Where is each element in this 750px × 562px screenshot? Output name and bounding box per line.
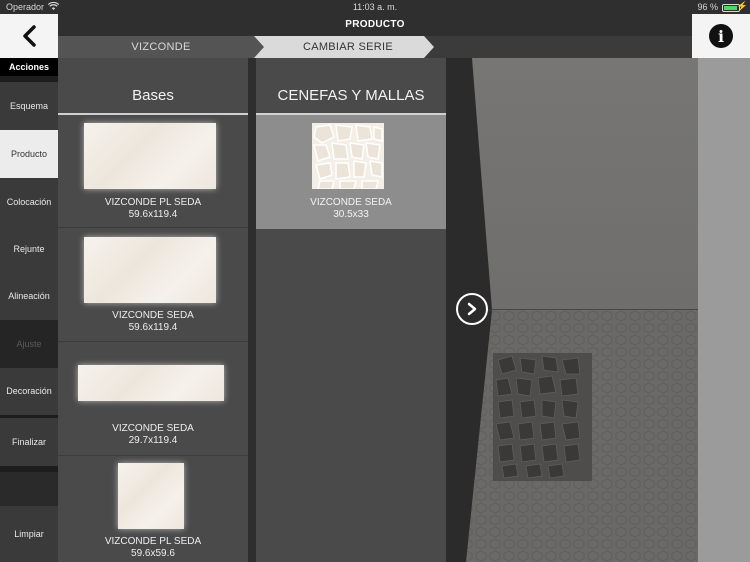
page-title: PRODUCTO: [345, 19, 405, 30]
sidebar-item-alineacion[interactable]: Alineación: [0, 272, 58, 320]
sidebar-item-producto[interactable]: Producto: [0, 130, 58, 178]
bases-title: Bases: [58, 58, 248, 115]
breadcrumb-cambiar-serie[interactable]: CAMBIAR SERIE: [254, 36, 434, 58]
tile-thumbnail: [78, 365, 224, 401]
breadcrumb: VIZCONDE CAMBIAR SERIE: [58, 36, 692, 58]
clock: 11:03 a. m.: [352, 2, 398, 12]
base-name: VIZCONDE PL SEDA: [104, 536, 202, 547]
base-list-item[interactable]: VIZCONDE PL SEDA 59.6x119.4: [58, 115, 248, 228]
chevron-right-icon: [467, 302, 477, 316]
tile-thumbnail: [84, 123, 216, 189]
sidebar-item-esquema[interactable]: Esquema: [0, 82, 58, 130]
base-name: VIZCONDE PL SEDA: [104, 197, 202, 208]
base-list-item[interactable]: VIZCONDE SEDA 59.6x119.4: [58, 229, 248, 342]
tile-thumbnail: [118, 463, 184, 529]
chevron-left-icon: [23, 25, 36, 47]
charging-icon: ⚡: [736, 1, 748, 11]
cenefa-size: 30.5x33: [333, 209, 369, 220]
preview-side-strip: [698, 58, 750, 562]
expand-preview-button[interactable]: [456, 293, 488, 325]
sidebar-item-finalizar[interactable]: Finalizar: [0, 418, 58, 466]
sidebar-item-limpiar[interactable]: Limpiar: [0, 506, 58, 562]
info-icon: i: [709, 24, 733, 48]
sidebar-item-ajuste: Ajuste: [0, 320, 58, 368]
actions-sidebar: Acciones Esquema Producto Colocación Rej…: [0, 58, 58, 562]
status-bar: Operador 11:03 a. m. 96 % ⚡: [0, 0, 750, 16]
base-name: VIZCONDE SEDA: [112, 423, 194, 434]
cenefa-list-item[interactable]: VIZCONDE SEDA 30.5x33: [256, 115, 446, 229]
column-divider: [248, 58, 256, 562]
back-button[interactable]: [0, 14, 58, 58]
base-list-item[interactable]: VIZCONDE PL SEDA 59.6x59.6: [58, 457, 248, 562]
base-size: 29.7x119.4: [128, 435, 178, 446]
title-bar: PRODUCTO: [0, 16, 750, 36]
base-size: 59.6x59.6: [131, 548, 175, 559]
mosaic-thumbnail: [312, 123, 384, 189]
base-list-item[interactable]: VIZCONDE SEDA 29.7x119.4: [58, 343, 248, 456]
cenefa-name: VIZCONDE SEDA: [310, 197, 392, 208]
base-size: 59.6x119.4: [128, 209, 178, 220]
breadcrumb-serie[interactable]: VIZCONDE: [58, 36, 274, 58]
battery-percent: 96 %: [697, 2, 718, 12]
sidebar-item-colocacion[interactable]: Colocación: [0, 178, 58, 226]
bases-panel: Bases VIZCONDE PL SEDA 59.6x119.4 VIZCON…: [58, 58, 248, 562]
cenefas-panel: CENEFAS Y MALLAS VIZCONDE SEDA 30.5x33: [256, 58, 446, 562]
sidebar-title: Acciones: [0, 58, 58, 76]
base-name: VIZCONDE SEDA: [112, 310, 194, 321]
cenefas-title: CENEFAS Y MALLAS: [256, 58, 446, 115]
sidebar-item-decoracion[interactable]: Decoración: [0, 367, 58, 415]
tile-thumbnail: [84, 237, 216, 303]
sidebar-item-rejunte[interactable]: Rejunte: [0, 225, 58, 273]
info-button[interactable]: i: [692, 14, 750, 58]
base-size: 59.6x119.4: [128, 322, 178, 333]
